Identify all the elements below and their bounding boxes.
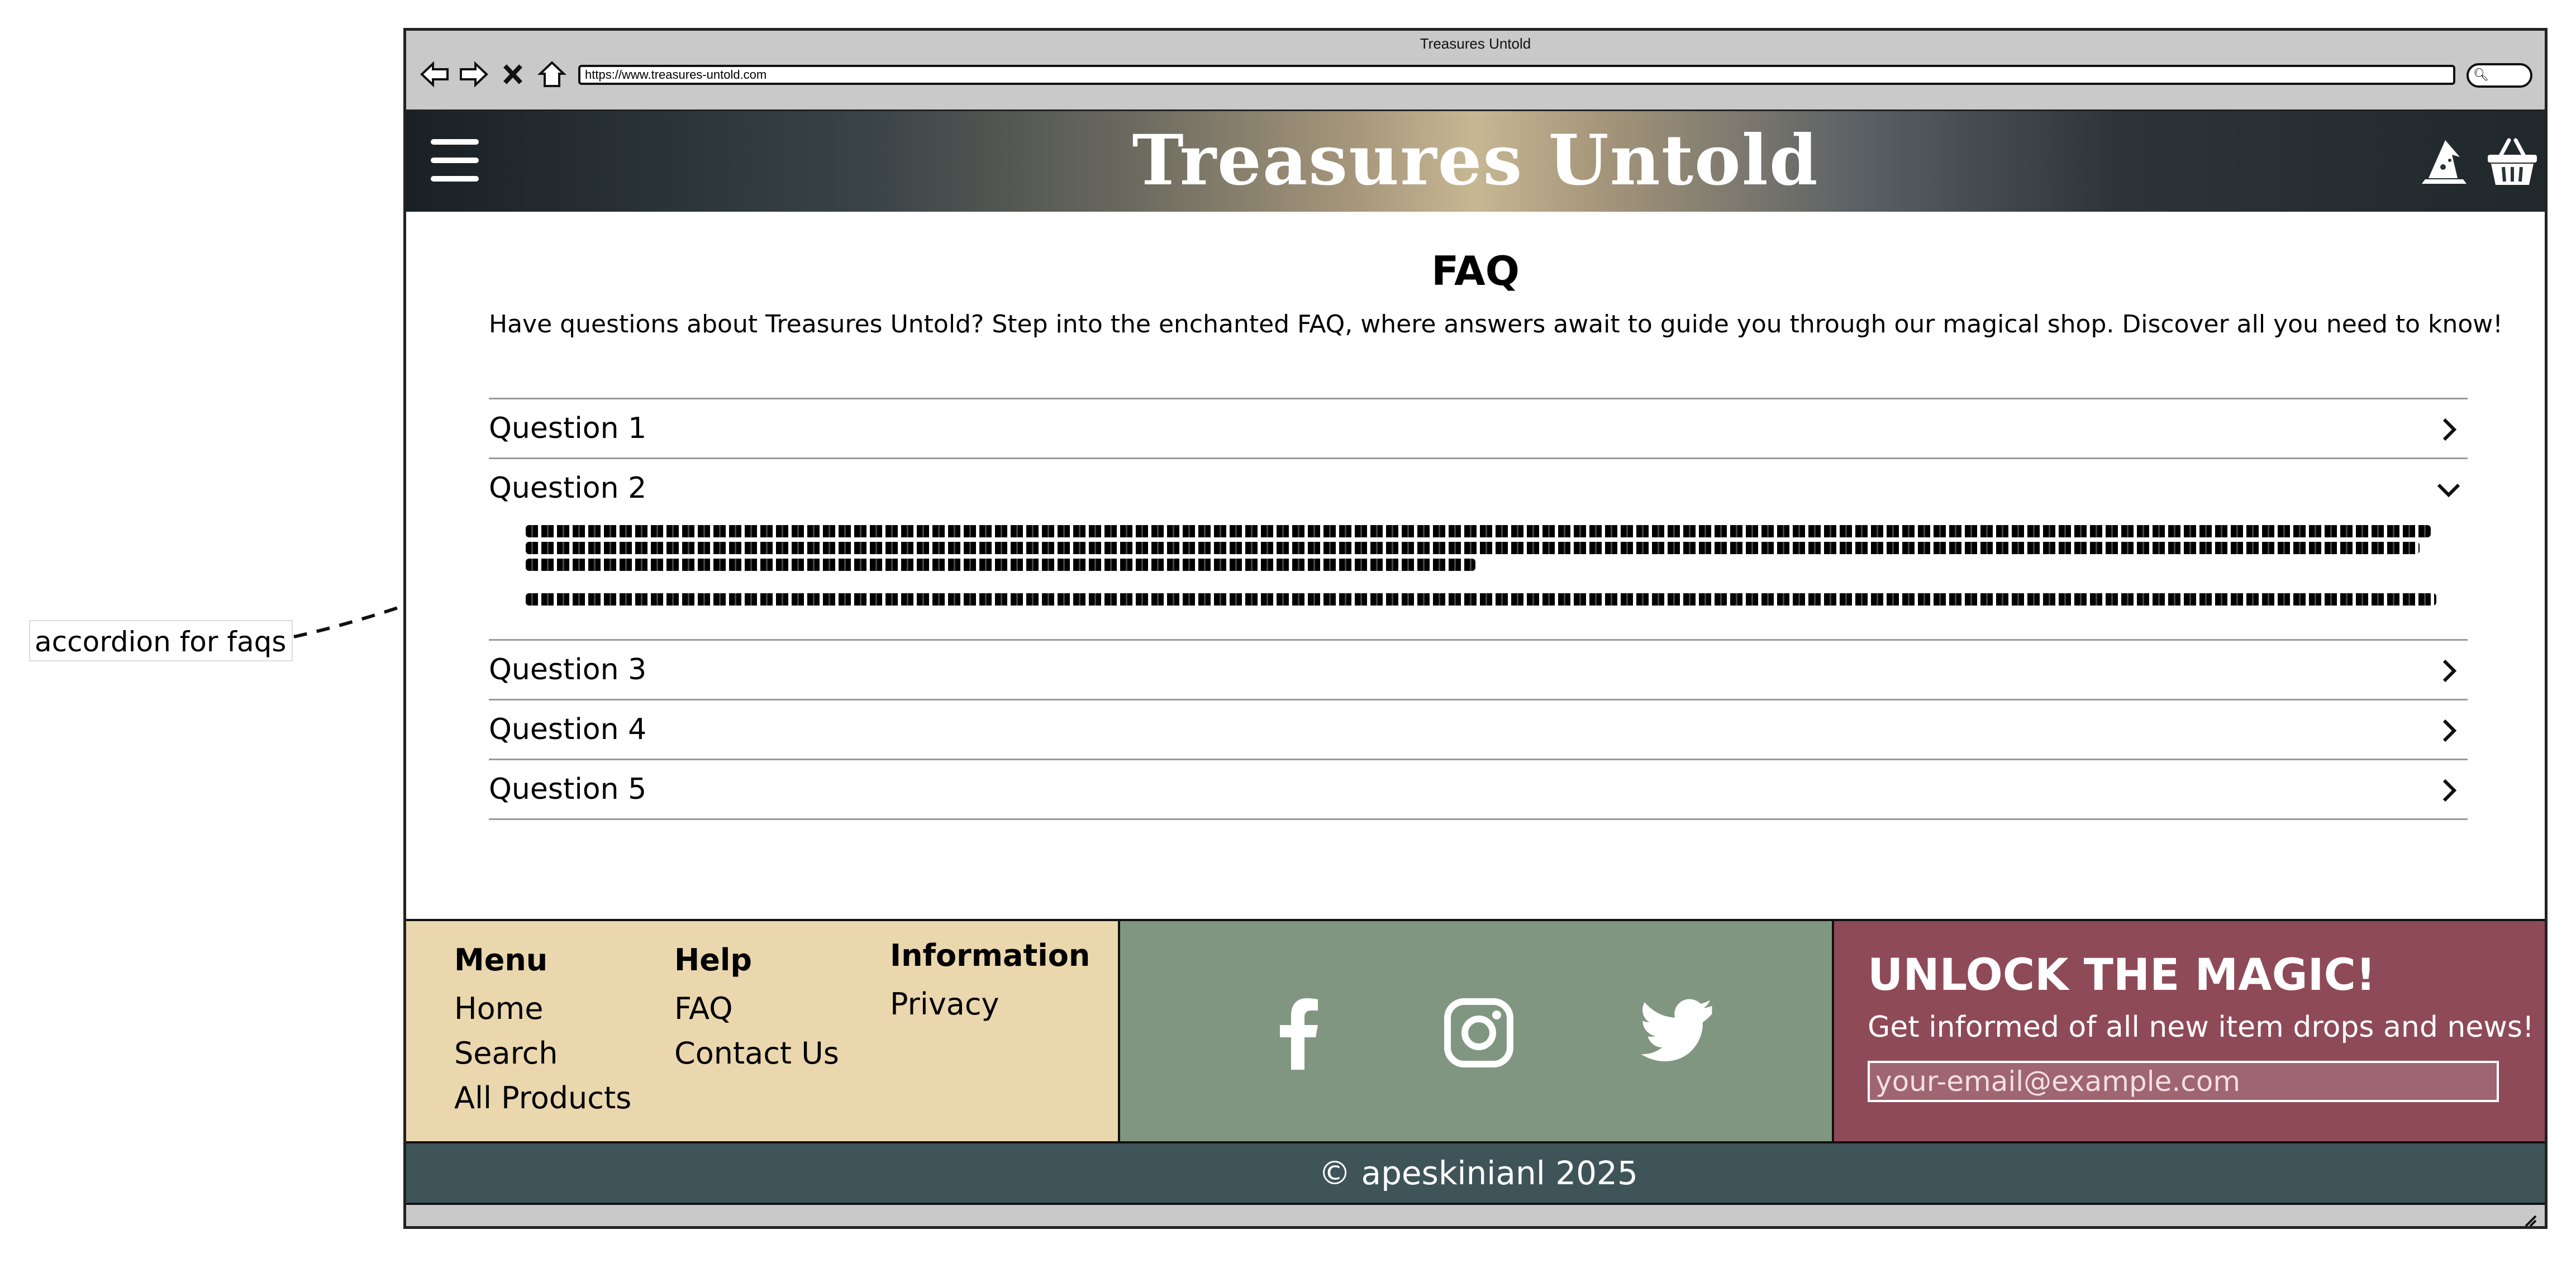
chevron-down-icon[interactable] (2435, 476, 2462, 503)
browser-search-field[interactable]: 🔍︎ (2467, 63, 2532, 88)
site-header: Treasures Untold (406, 111, 2545, 212)
accordion-divider (489, 818, 2468, 820)
copyright-bar: © apeskinianl 2025 (406, 1141, 2545, 1205)
window-title: Treasures Untold (1420, 35, 1531, 52)
browser-status-bar (406, 1205, 2545, 1227)
browser-window: Treasures Untold https://www.treasures-u… (403, 28, 2548, 1229)
footer-social (1120, 921, 1834, 1141)
accordion-item[interactable]: Question 5 (489, 759, 2468, 818)
footer-menu-column: Menu Home Search All Products (454, 942, 631, 1121)
footer-link-privacy[interactable]: Privacy (890, 982, 1090, 1027)
footer-links: Menu Home Search All Products Help FAQ C… (406, 921, 1120, 1141)
resize-grip-icon[interactable] (2521, 1212, 2537, 1227)
accordion-question[interactable]: Question 5 (489, 773, 646, 806)
site-footer: Menu Home Search All Products Help FAQ C… (406, 919, 2545, 1141)
accordion-question[interactable]: Question 2 (489, 471, 646, 505)
wizard-hat-icon[interactable] (2416, 135, 2472, 190)
newsletter-title: UNLOCK THE MAGIC! (1868, 950, 2376, 1000)
forward-icon[interactable] (459, 59, 489, 89)
accordion-item[interactable]: Question 3 (489, 639, 2468, 699)
accordion-question[interactable]: Question 3 (489, 653, 646, 687)
twitter-icon[interactable] (1639, 994, 1717, 1072)
search-icon: 🔍︎ (2473, 68, 2489, 82)
footer-link-contact[interactable]: Contact Us (674, 1031, 839, 1076)
footer-help-column: Help FAQ Contact Us (674, 942, 839, 1076)
back-icon[interactable] (420, 59, 450, 89)
chevron-right-icon[interactable] (2435, 657, 2462, 684)
footer-link-faq[interactable]: FAQ (674, 986, 839, 1031)
instagram-icon[interactable] (1440, 994, 1518, 1072)
page-title: FAQ (1431, 247, 1520, 294)
home-icon[interactable] (537, 59, 567, 89)
browser-chrome: Treasures Untold https://www.treasures-u… (406, 31, 2545, 111)
close-icon[interactable] (498, 59, 528, 89)
footer-heading: Help (674, 942, 752, 978)
site-logo[interactable]: Treasures Untold (406, 120, 2545, 201)
footer-heading: Menu (454, 942, 548, 978)
annotation-label: accordion for faqs (29, 620, 293, 661)
accordion-item-expanded[interactable]: Question 2 (489, 457, 2468, 639)
address-bar[interactable]: https://www.treasures-untold.com (578, 65, 2455, 85)
footer-link-all-products[interactable]: All Products (454, 1076, 631, 1121)
facebook-icon[interactable] (1260, 994, 1338, 1072)
faq-intro-text: Have questions about Treasures Untold? S… (489, 310, 2503, 339)
footer-newsletter: UNLOCK THE MAGIC! Get informed of all ne… (1834, 921, 2545, 1141)
faq-accordion: Question 1 Question 2 Question 3 Questio… (489, 398, 2468, 820)
accordion-answer (489, 517, 2468, 639)
footer-information-column: Information Privacy (890, 938, 1090, 1027)
basket-icon[interactable] (2484, 135, 2540, 190)
accordion-question[interactable]: Question 1 (489, 412, 646, 445)
accordion-item[interactable]: Question 1 (489, 398, 2468, 457)
chevron-right-icon[interactable] (2435, 717, 2462, 744)
chevron-right-icon[interactable] (2435, 777, 2462, 804)
accordion-item[interactable]: Question 4 (489, 699, 2468, 759)
footer-link-search[interactable]: Search (454, 1031, 631, 1076)
newsletter-subtitle: Get informed of all new item drops and n… (1868, 1011, 2534, 1044)
email-field[interactable] (1868, 1061, 2499, 1102)
footer-link-home[interactable]: Home (454, 986, 631, 1031)
accordion-question[interactable]: Question 4 (489, 713, 646, 746)
chevron-right-icon[interactable] (2435, 416, 2462, 443)
footer-heading: Information (890, 938, 1091, 973)
